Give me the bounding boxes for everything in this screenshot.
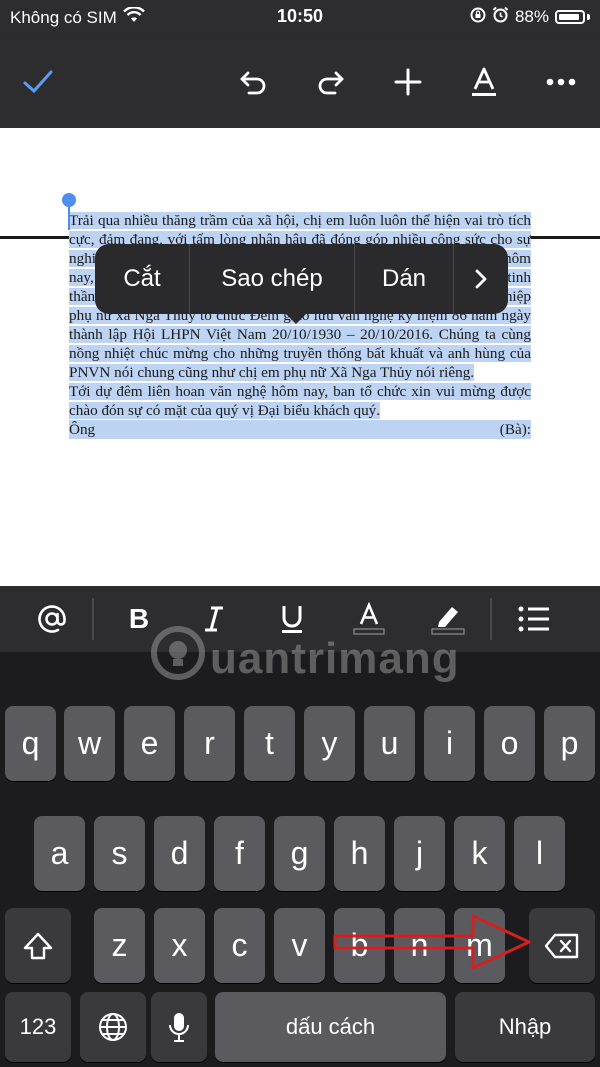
plus-icon[interactable] <box>388 62 428 102</box>
microphone-icon[interactable] <box>151 992 207 1062</box>
rotation-lock-icon <box>470 7 486 28</box>
paragraph-3: Ông (Bà): <box>69 420 531 439</box>
return-key[interactable]: Nhập <box>455 992 595 1062</box>
selection-caret <box>68 205 70 230</box>
key-z[interactable]: z <box>94 908 145 983</box>
key-d[interactable]: d <box>154 816 205 891</box>
text-ong: Ông <box>69 421 96 438</box>
globe-icon[interactable] <box>80 992 146 1062</box>
key-w[interactable]: w <box>64 706 115 781</box>
key-l[interactable]: l <box>514 816 565 891</box>
redo-icon[interactable] <box>310 62 350 102</box>
key-u[interactable]: u <box>364 706 415 781</box>
key-x[interactable]: x <box>154 908 205 983</box>
key-y[interactable]: y <box>304 706 355 781</box>
menu-pointer <box>285 313 307 324</box>
key-q[interactable]: q <box>5 706 56 781</box>
selected-text-2: Tới dự đêm liên hoan văn nghệ hôm nay, b… <box>69 383 531 419</box>
key-p[interactable]: p <box>544 706 595 781</box>
keyboard: q w e r t y u i o p a s d f g h j k l z … <box>0 652 600 1067</box>
editor-toolbar <box>0 34 600 128</box>
backspace-key[interactable] <box>529 908 595 983</box>
key-f[interactable]: f <box>214 816 265 891</box>
paste-button[interactable]: Dán <box>355 244 453 314</box>
key-a[interactable]: a <box>34 816 85 891</box>
key-t[interactable]: t <box>244 706 295 781</box>
battery-percent: 88% <box>514 7 549 26</box>
check-icon[interactable] <box>18 62 58 102</box>
key-g[interactable]: g <box>274 816 325 891</box>
chevron-right-icon[interactable] <box>454 244 507 314</box>
key-r[interactable]: r <box>184 706 235 781</box>
key-k[interactable]: k <box>454 816 505 891</box>
shift-key[interactable] <box>5 908 71 983</box>
at-icon[interactable] <box>31 598 73 640</box>
key-v[interactable]: v <box>274 908 325 983</box>
format-divider <box>92 598 94 640</box>
text-format-icon[interactable] <box>464 62 504 102</box>
battery-tip <box>587 14 590 20</box>
key-s[interactable]: s <box>94 816 145 891</box>
lightbulb-icon <box>150 625 206 692</box>
key-o[interactable]: o <box>484 706 535 781</box>
format-divider <box>490 598 492 640</box>
alarm-icon <box>492 6 509 28</box>
copy-button[interactable]: Sao chép <box>190 244 354 314</box>
numbers-key[interactable]: 123 <box>5 992 71 1062</box>
more-icon[interactable] <box>541 62 581 102</box>
text-ba: (Bà): <box>499 421 531 438</box>
key-j[interactable]: j <box>394 816 445 891</box>
space-key[interactable]: dấu cách <box>215 992 446 1062</box>
annotation-arrow <box>333 910 533 979</box>
key-i[interactable]: i <box>424 706 475 781</box>
status-right: 88% <box>470 6 590 28</box>
watermark-text: uantrimang <box>210 633 460 683</box>
key-e[interactable]: e <box>124 706 175 781</box>
list-icon[interactable] <box>513 598 555 640</box>
paragraph-2: Tới dự đêm liên hoan văn nghệ hôm nay, b… <box>69 382 531 420</box>
battery-icon <box>555 10 585 24</box>
cut-button[interactable]: Cắt <box>95 244 189 314</box>
undo-icon[interactable] <box>234 62 274 102</box>
key-h[interactable]: h <box>334 816 385 891</box>
context-menu: Cắt Sao chép Dán <box>95 244 508 324</box>
status-bar: Không có SIM 10:50 88% <box>0 0 600 34</box>
watermark: uantrimang <box>150 625 460 692</box>
key-c[interactable]: c <box>214 908 265 983</box>
